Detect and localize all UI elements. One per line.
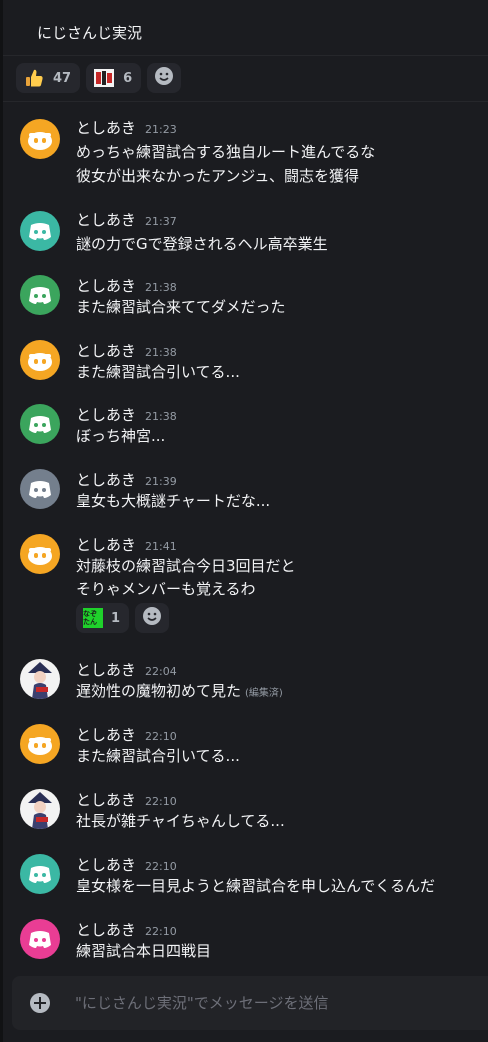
author-line: としあき 21:38	[76, 404, 177, 425]
message-composer[interactable]: "にじさんじ実況"でメッセージを送信	[12, 976, 488, 1030]
message-text: 社長が雑チャイちゃんしてる...	[76, 812, 285, 830]
add-reaction-button[interactable]	[147, 63, 182, 93]
author-line: としあき 22:10	[76, 789, 177, 810]
smiley-icon	[142, 606, 162, 630]
timestamp: 22:04	[145, 665, 177, 678]
author-name[interactable]: としあき	[76, 275, 136, 296]
message-text: 練習試合本日四戦目	[76, 942, 212, 960]
discord-logo-icon	[29, 481, 51, 498]
avatar[interactable]	[20, 854, 60, 894]
channel-header: にじさんじ実況	[3, 0, 488, 56]
reaction-count: 1	[111, 610, 121, 626]
author-name[interactable]: としあき	[76, 789, 136, 810]
window-edge	[0, 0, 3, 1042]
author-name[interactable]: としあき	[76, 469, 136, 490]
reaction-count: 47	[53, 70, 72, 86]
bot-face-icon	[28, 353, 52, 371]
message-text: また練習試合来ててダメだった	[76, 298, 286, 316]
message-text: 皇女も大概謎チャートだな...	[76, 492, 271, 510]
message-text: 彼女が出来なかったアンジュ、闘志を獲得	[76, 167, 360, 185]
author-line: としあき 22:10	[76, 724, 177, 745]
author-name[interactable]: としあき	[76, 209, 136, 230]
author-line: としあき 22:10	[76, 919, 177, 940]
author-line: としあき 21:39	[76, 469, 177, 490]
character-avatar-icon	[28, 792, 52, 829]
edited-tag: (編集済)	[245, 688, 283, 699]
author-line: としあき 21:38	[76, 275, 177, 296]
bot-face-icon	[28, 132, 52, 150]
timestamp: 21:38	[145, 346, 177, 359]
author-line: としあき 21:41	[76, 534, 177, 555]
custom-emote-icon: なぞたん	[83, 608, 103, 628]
divider	[3, 101, 488, 102]
author-name[interactable]: としあき	[76, 919, 136, 940]
message-body: 遅効性の魔物初めて見た	[76, 682, 242, 700]
author-name[interactable]: としあき	[76, 404, 136, 425]
author-line: としあき 21:23	[76, 117, 177, 138]
reaction-thumbs-up[interactable]: 47	[16, 63, 81, 93]
avatar[interactable]	[20, 211, 60, 251]
discord-logo-icon	[29, 931, 51, 948]
avatar[interactable]	[20, 919, 60, 959]
timestamp: 22:10	[145, 925, 177, 938]
author-name[interactable]: としあき	[76, 659, 136, 680]
message-text: めっちゃ練習試合する独自ルート進んでるな	[76, 143, 376, 161]
timestamp: 21:38	[145, 410, 177, 423]
timestamp: 21:41	[145, 540, 177, 553]
timestamp: 22:10	[145, 860, 177, 873]
custom-emote-icon	[93, 67, 115, 89]
author-line: としあき 22:04	[76, 659, 177, 680]
message-text: また練習試合引いてる...	[76, 363, 240, 381]
author-line: としあき 21:38	[76, 340, 177, 361]
discord-logo-icon	[29, 223, 51, 240]
thread-reactions: 47 6	[16, 63, 182, 93]
avatar[interactable]	[20, 275, 60, 315]
avatar[interactable]	[20, 724, 60, 764]
avatar[interactable]	[20, 789, 60, 829]
message-text: 皇女様を一目見ようと練習試合を申し込んでくるんだ	[76, 877, 435, 895]
bot-face-icon	[28, 737, 52, 755]
reaction-nazotan[interactable]: なぞたん 1	[76, 603, 130, 633]
message-text: 遅効性の魔物初めて見た (編集済)	[76, 680, 283, 701]
timestamp: 22:10	[145, 795, 177, 808]
message-text: 対藤枝の練習試合今日3回目だと	[76, 557, 296, 575]
timestamp: 22:10	[145, 730, 177, 743]
message-text: ぼっち神宮...	[76, 427, 166, 445]
author-name[interactable]: としあき	[76, 534, 136, 555]
thumbs-up-icon	[23, 67, 45, 89]
smiley-icon	[154, 66, 174, 90]
author-name[interactable]: としあき	[76, 117, 136, 138]
reaction-custom-emote[interactable]: 6	[86, 63, 142, 93]
timestamp: 21:38	[145, 281, 177, 294]
discord-logo-icon	[29, 866, 51, 883]
avatar[interactable]	[20, 469, 60, 509]
add-attachment-icon[interactable]	[30, 993, 50, 1013]
message-text: そりゃメンバーも覚えるわ	[76, 580, 256, 598]
message-text: 謎の力でGで登録されるヘル高卒業生	[76, 235, 328, 253]
character-avatar-icon	[28, 662, 52, 699]
message-text: また練習試合引いてる...	[76, 747, 240, 765]
channel-title: にじさんじ実況	[37, 24, 143, 42]
author-name[interactable]: としあき	[76, 724, 136, 745]
timestamp: 21:23	[145, 123, 177, 136]
author-name[interactable]: としあき	[76, 854, 136, 875]
avatar[interactable]	[20, 340, 60, 380]
bot-face-icon	[28, 547, 52, 565]
message-reactions: なぞたん 1	[76, 603, 170, 633]
timestamp: 21:39	[145, 475, 177, 488]
author-name[interactable]: としあき	[76, 340, 136, 361]
timestamp: 21:37	[145, 215, 177, 228]
message-input[interactable]: "にじさんじ実況"でメッセージを送信	[75, 992, 329, 1013]
author-line: としあき 21:37	[76, 209, 177, 230]
avatar[interactable]	[20, 534, 60, 574]
discord-logo-icon	[29, 287, 51, 304]
avatar[interactable]	[20, 659, 60, 699]
avatar[interactable]	[20, 404, 60, 444]
discord-logo-icon	[29, 416, 51, 433]
author-line: としあき 22:10	[76, 854, 177, 875]
add-reaction-button[interactable]	[135, 603, 170, 633]
reaction-count: 6	[123, 70, 133, 86]
avatar[interactable]	[20, 119, 60, 159]
